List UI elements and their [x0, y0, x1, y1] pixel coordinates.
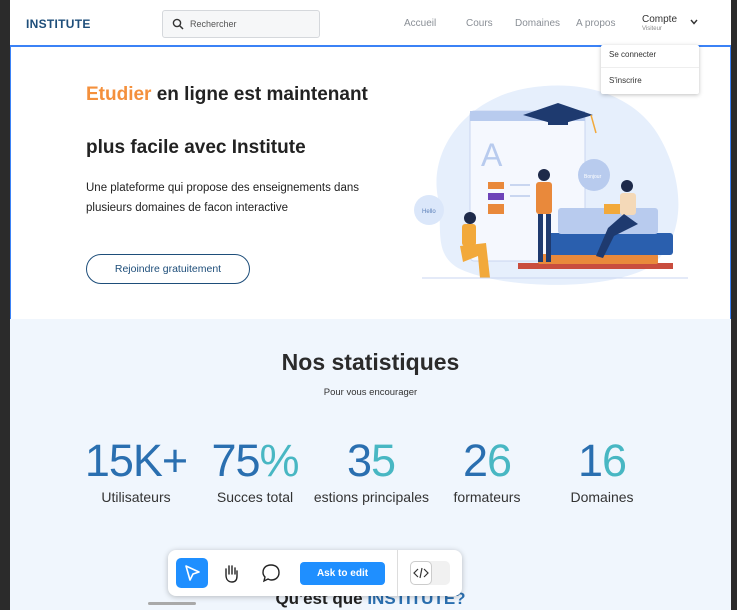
- select-tool-button[interactable]: [176, 558, 208, 588]
- hand-icon: [225, 565, 238, 583]
- stat-value: 26: [462, 435, 512, 486]
- search-box[interactable]: [162, 10, 320, 38]
- comment-tool-button[interactable]: [255, 558, 287, 588]
- ask-to-edit-button[interactable]: Ask to edit: [300, 562, 385, 585]
- search-icon: [172, 18, 184, 30]
- hero-title-accent: Etudier: [86, 84, 152, 105]
- code-toggle-knob: [410, 561, 432, 585]
- signup-menu-item[interactable]: S'inscrire: [609, 76, 642, 85]
- stats-title: Nos statistiques: [281, 349, 460, 375]
- dropdown-divider: [601, 67, 699, 68]
- login-menu-item[interactable]: Se connecter: [609, 50, 656, 59]
- toolbar-divider: [397, 550, 398, 596]
- account-title: Compte: [642, 14, 678, 25]
- chevron-down-icon[interactable]: [690, 19, 698, 25]
- hello-bubble-text: Hello: [422, 209, 436, 215]
- hero-title-rest: en ligne est maintenant: [151, 84, 368, 105]
- stats-subtitle: Pour vous encourager: [323, 387, 418, 398]
- scrollbar-handle[interactable]: [148, 602, 196, 605]
- stat-label: Utilisateurs: [101, 489, 171, 505]
- nav-a-propos[interactable]: A propos: [576, 18, 615, 29]
- hand-tool-button[interactable]: [215, 558, 247, 588]
- account-menu[interactable]: Compte Visiteur: [642, 14, 677, 32]
- search-input[interactable]: [190, 16, 310, 32]
- account-subtitle: Visiteur: [642, 26, 662, 32]
- editor-toolbar: Ask to edit: [168, 550, 462, 596]
- svg-text:A: A: [481, 137, 503, 173]
- page-frame: INSTITUTE Accueil Cours Domaines A propo…: [10, 0, 731, 610]
- stat-success: 75% Succes total: [197, 435, 313, 506]
- hero-description: Une plateforme qui propose des enseignem…: [86, 182, 359, 214]
- stat-questions: 35 Questions principales: [313, 435, 429, 506]
- bonjour-bubble-text: Bonjour: [584, 174, 602, 180]
- stat-trainers: 26 formateurs: [429, 435, 545, 506]
- code-icon: [413, 567, 429, 579]
- stat-label: formateurs: [453, 489, 521, 505]
- cursor-icon: [185, 565, 200, 581]
- comment-icon: [262, 564, 280, 583]
- stat-users: 15K+ Utilisateurs: [78, 435, 194, 506]
- code-view-toggle[interactable]: [410, 561, 450, 585]
- site-header: INSTITUTE Accueil Cours Domaines A propo…: [10, 0, 731, 47]
- nav-cours[interactable]: Cours: [466, 18, 493, 29]
- hero-title-line2: plus facile avec Institute: [86, 137, 306, 158]
- join-free-button[interactable]: Rejoindre gratuitement: [86, 254, 250, 284]
- stat-label: Questions principales: [313, 489, 429, 505]
- stat-value: 15K+: [84, 435, 188, 486]
- hero-title: Etudier en ligne est maintenant: [86, 83, 368, 107]
- nav-domaines[interactable]: Domaines: [515, 18, 560, 29]
- account-dropdown: Se connecter S'inscrire: [601, 45, 699, 94]
- stat-value: 16: [577, 435, 627, 486]
- stat-label: Domaines: [570, 489, 634, 505]
- nav-accueil[interactable]: Accueil: [404, 18, 436, 29]
- site-logo[interactable]: INSTITUTE: [26, 17, 91, 31]
- stat-label: Succes total: [216, 489, 294, 505]
- stat-value: 35: [346, 435, 396, 486]
- stat-domains: 16 Domaines: [544, 435, 660, 506]
- hero-illustration: A Hello Bonjour: [414, 85, 688, 285]
- stat-value: 75%: [211, 435, 299, 486]
